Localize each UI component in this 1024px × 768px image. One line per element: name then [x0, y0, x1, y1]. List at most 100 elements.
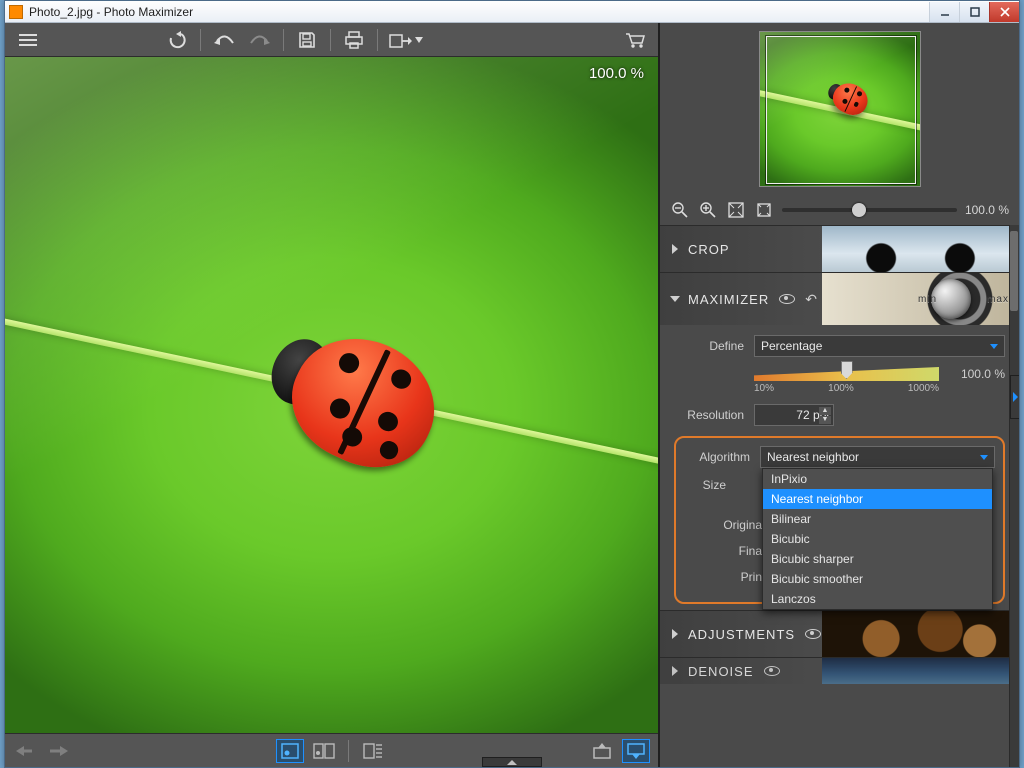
separator: [200, 29, 201, 51]
titlebar: Photo_2.jpg - Photo Maximizer: [5, 1, 1019, 23]
separator: [330, 29, 331, 51]
define-label: Define: [674, 339, 744, 353]
visibility-icon[interactable]: [764, 666, 780, 676]
visibility-icon[interactable]: [779, 294, 795, 304]
preview-zoom-row: 100.0 %: [660, 195, 1019, 225]
algorithm-option-bicubic-smoother[interactable]: Bicubic smoother: [763, 569, 992, 589]
canvas[interactable]: 100.0 %: [5, 57, 658, 733]
algorithm-dropdown[interactable]: InPixio Nearest neighbor Bilinear Bicubi…: [762, 468, 993, 610]
menu-button[interactable]: [11, 26, 45, 54]
adjustments-thumb-icon: [822, 611, 1019, 657]
compare-next-icon[interactable]: [47, 739, 75, 763]
algorithm-label: Algorithm: [684, 450, 750, 464]
close-button[interactable]: [989, 2, 1019, 22]
algorithm-option-bicubic[interactable]: Bicubic: [763, 529, 992, 549]
actual-size-icon[interactable]: [754, 200, 774, 220]
view-split-button[interactable]: [310, 739, 338, 763]
tick-1000: 1000%: [908, 383, 939, 394]
define-select-value: Percentage: [761, 339, 822, 353]
section-denoise-title: DENOISE: [688, 664, 754, 679]
resolution-label: Resolution: [674, 408, 744, 422]
view-single-button[interactable]: [276, 739, 304, 763]
undo-history-button[interactable]: [160, 26, 194, 54]
chevron-right-icon: [672, 629, 678, 639]
algorithm-option-bilinear[interactable]: Bilinear: [763, 509, 992, 529]
redo-button[interactable]: [243, 26, 277, 54]
canvas-zoom-label: 100.0 %: [589, 65, 644, 82]
separator: [348, 740, 349, 762]
save-button[interactable]: [290, 26, 324, 54]
caret-down-icon: [980, 455, 988, 460]
chevron-up-icon: [507, 760, 517, 765]
separator: [377, 29, 378, 51]
chevron-right-icon: [672, 244, 678, 254]
view-filmstrip-button[interactable]: [359, 739, 387, 763]
algorithm-option-nearest[interactable]: Nearest neighbor: [763, 489, 992, 509]
app-icon: [9, 5, 23, 19]
section-maximizer: MAXIMIZER ↶ min max Define: [660, 272, 1019, 610]
slider-thumb[interactable]: [852, 203, 866, 217]
export-image-button[interactable]: [588, 739, 616, 763]
section-adjustments-title: ADJUSTMENTS: [688, 627, 795, 642]
undo-button[interactable]: [207, 26, 241, 54]
collapse-right-pane[interactable]: [1010, 375, 1019, 419]
spin-down-icon[interactable]: ▼: [819, 416, 831, 424]
section-maximizer-header[interactable]: MAXIMIZER ↶ min max: [660, 273, 1019, 325]
window-controls: [929, 2, 1019, 22]
zoom-out-icon[interactable]: [670, 200, 690, 220]
reset-icon[interactable]: ↶: [805, 291, 818, 308]
percentage-value: 100.0 %: [949, 367, 1005, 381]
algorithm-option-bicubic-sharper[interactable]: Bicubic sharper: [763, 549, 992, 569]
chevron-right-icon: [1013, 392, 1018, 402]
fit-screen-icon[interactable]: [726, 200, 746, 220]
algorithm-option-lanczos[interactable]: Lanczos: [763, 589, 992, 609]
final-label: Fina: [690, 544, 762, 558]
preview-selection[interactable]: [766, 36, 916, 184]
print-label: Prin: [690, 570, 762, 584]
size-label: Size: [690, 478, 726, 492]
canvas-image: [5, 57, 658, 733]
section-crop-title: CROP: [688, 242, 730, 257]
panel-scrollbar[interactable]: [1009, 225, 1019, 767]
collapse-bottom-pane[interactable]: [482, 757, 542, 767]
resolution-spinner[interactable]: ▲▼: [819, 407, 831, 424]
section-adjustments-header[interactable]: ADJUSTMENTS: [660, 611, 1019, 657]
app-window: Photo_2.jpg - Photo Maximizer: [4, 0, 1020, 768]
denoise-thumb-icon: [822, 658, 1019, 684]
algorithm-select[interactable]: Nearest neighbor: [760, 446, 995, 468]
cart-button[interactable]: [618, 26, 652, 54]
preview-zoom-slider[interactable]: [782, 208, 957, 212]
original-label: Origina: [690, 518, 762, 532]
chevron-down-icon: [670, 296, 680, 302]
spin-up-icon[interactable]: ▲: [819, 407, 831, 415]
preview-zoom-value: 100.0 %: [965, 203, 1009, 217]
section-crop-header[interactable]: CROP: [660, 226, 1019, 272]
print-button[interactable]: [337, 26, 371, 54]
max-label: max: [987, 294, 1009, 305]
export-button[interactable]: [384, 26, 428, 54]
preview-frame[interactable]: [759, 31, 921, 187]
tick-10: 10%: [754, 383, 774, 394]
import-image-button[interactable]: [622, 739, 650, 763]
maximize-button[interactable]: [959, 2, 989, 22]
algorithm-option-inpixio[interactable]: InPixio: [763, 469, 992, 489]
section-adjustments: ADJUSTMENTS: [660, 610, 1019, 657]
section-denoise-header[interactable]: DENOISE: [660, 658, 1019, 684]
main-toolbar: [5, 23, 658, 57]
zoom-in-icon[interactable]: [698, 200, 718, 220]
panel-scrollbar-thumb[interactable]: [1010, 231, 1018, 311]
compare-prev-icon[interactable]: [13, 739, 41, 763]
app-body: 100.0 %: [5, 23, 1019, 767]
algorithm-highlight: Algorithm Nearest neighbor InPixio Neare…: [674, 436, 1005, 604]
resolution-input[interactable]: 72 ppi ▲▼: [754, 404, 834, 426]
minimize-button[interactable]: [929, 2, 959, 22]
visibility-icon[interactable]: [805, 629, 821, 639]
panels: CROP MAXIMIZER ↶ mi: [660, 225, 1019, 767]
min-max-labels: min max: [918, 273, 1009, 325]
min-label: min: [918, 294, 937, 305]
percentage-ticks: 10% 100% 1000%: [754, 383, 939, 394]
define-select[interactable]: Percentage: [754, 335, 1005, 357]
separator: [283, 29, 284, 51]
algorithm-select-value: Nearest neighbor: [767, 450, 859, 464]
window-title: Photo_2.jpg - Photo Maximizer: [29, 5, 193, 19]
